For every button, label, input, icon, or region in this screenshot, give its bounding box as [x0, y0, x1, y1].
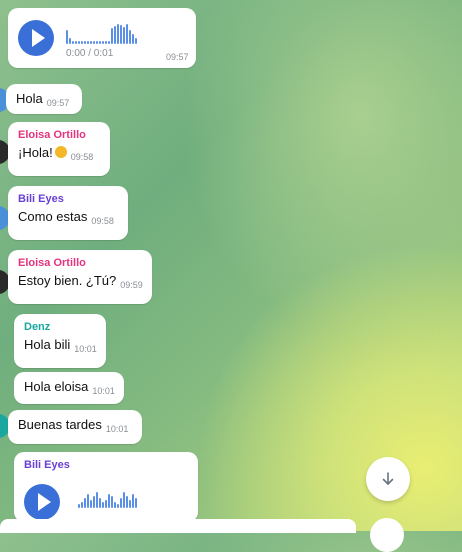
voice-waveform[interactable]	[66, 22, 137, 44]
sender-name[interactable]: Eloisa Ortillo	[18, 256, 143, 270]
message-bubble[interactable]: Eloisa Ortillo ¡Hola! 09:58	[8, 122, 110, 176]
play-icon	[37, 493, 51, 511]
scroll-down-button[interactable]	[366, 457, 410, 501]
sender-name[interactable]: Eloisa Ortillo	[18, 128, 101, 142]
message-bubble[interactable]: Hola 09:57	[6, 84, 82, 114]
voice-waveform[interactable]	[78, 490, 137, 508]
message-time: 09:59	[120, 280, 143, 290]
message-time: 09:57	[166, 52, 189, 62]
sender-name[interactable]: Denz	[24, 320, 97, 334]
message-text: ¡Hola!	[18, 145, 53, 160]
message-text: Como estas	[18, 209, 88, 224]
message-bubble[interactable]: Hola eloisa 10:01	[14, 372, 124, 404]
smile-emoji-icon	[54, 146, 67, 158]
chat-area: 0:00 / 0:01 09:57 Hola 09:57 Eloisa Ortil…	[0, 0, 462, 552]
message-time: 10:01	[105, 424, 129, 434]
message-time: 10:01	[92, 386, 115, 396]
voice-message-bubble[interactable]: 0:00 / 0:01 09:57	[8, 8, 196, 68]
play-button[interactable]	[24, 484, 60, 520]
sender-name[interactable]: Bili Eyes	[24, 458, 189, 472]
message-bubble[interactable]: Denz Hola bili 10:01	[14, 314, 106, 368]
play-button[interactable]	[18, 20, 54, 56]
message-time: 10:01	[74, 344, 97, 354]
arrow-down-icon	[382, 472, 394, 485]
message-bubble[interactable]: Buenas tardes 10:01	[8, 410, 142, 444]
sender-name[interactable]: Bili Eyes	[18, 192, 119, 206]
message-time: 09:57	[46, 98, 70, 108]
message-text: Hola eloisa	[24, 379, 89, 394]
message-time: 09:58	[91, 216, 114, 226]
message-time: 09:58	[70, 152, 94, 162]
message-text: Hola	[16, 91, 43, 106]
message-bubble[interactable]: Bili Eyes Como estas 09:58	[8, 186, 128, 240]
message-text: Hola bili	[24, 337, 71, 352]
voice-progress: 0:00 / 0:01	[66, 48, 114, 59]
voice-message-bubble[interactable]: Bili Eyes	[14, 452, 198, 522]
send-button[interactable]	[370, 518, 404, 552]
message-text: Buenas tardes	[18, 417, 102, 432]
message-text: Estoy bien. ¿Tú?	[18, 273, 117, 288]
message-bubble[interactable]: Eloisa Ortillo Estoy bien. ¿Tú? 09:59	[8, 250, 152, 304]
play-icon	[31, 29, 45, 47]
